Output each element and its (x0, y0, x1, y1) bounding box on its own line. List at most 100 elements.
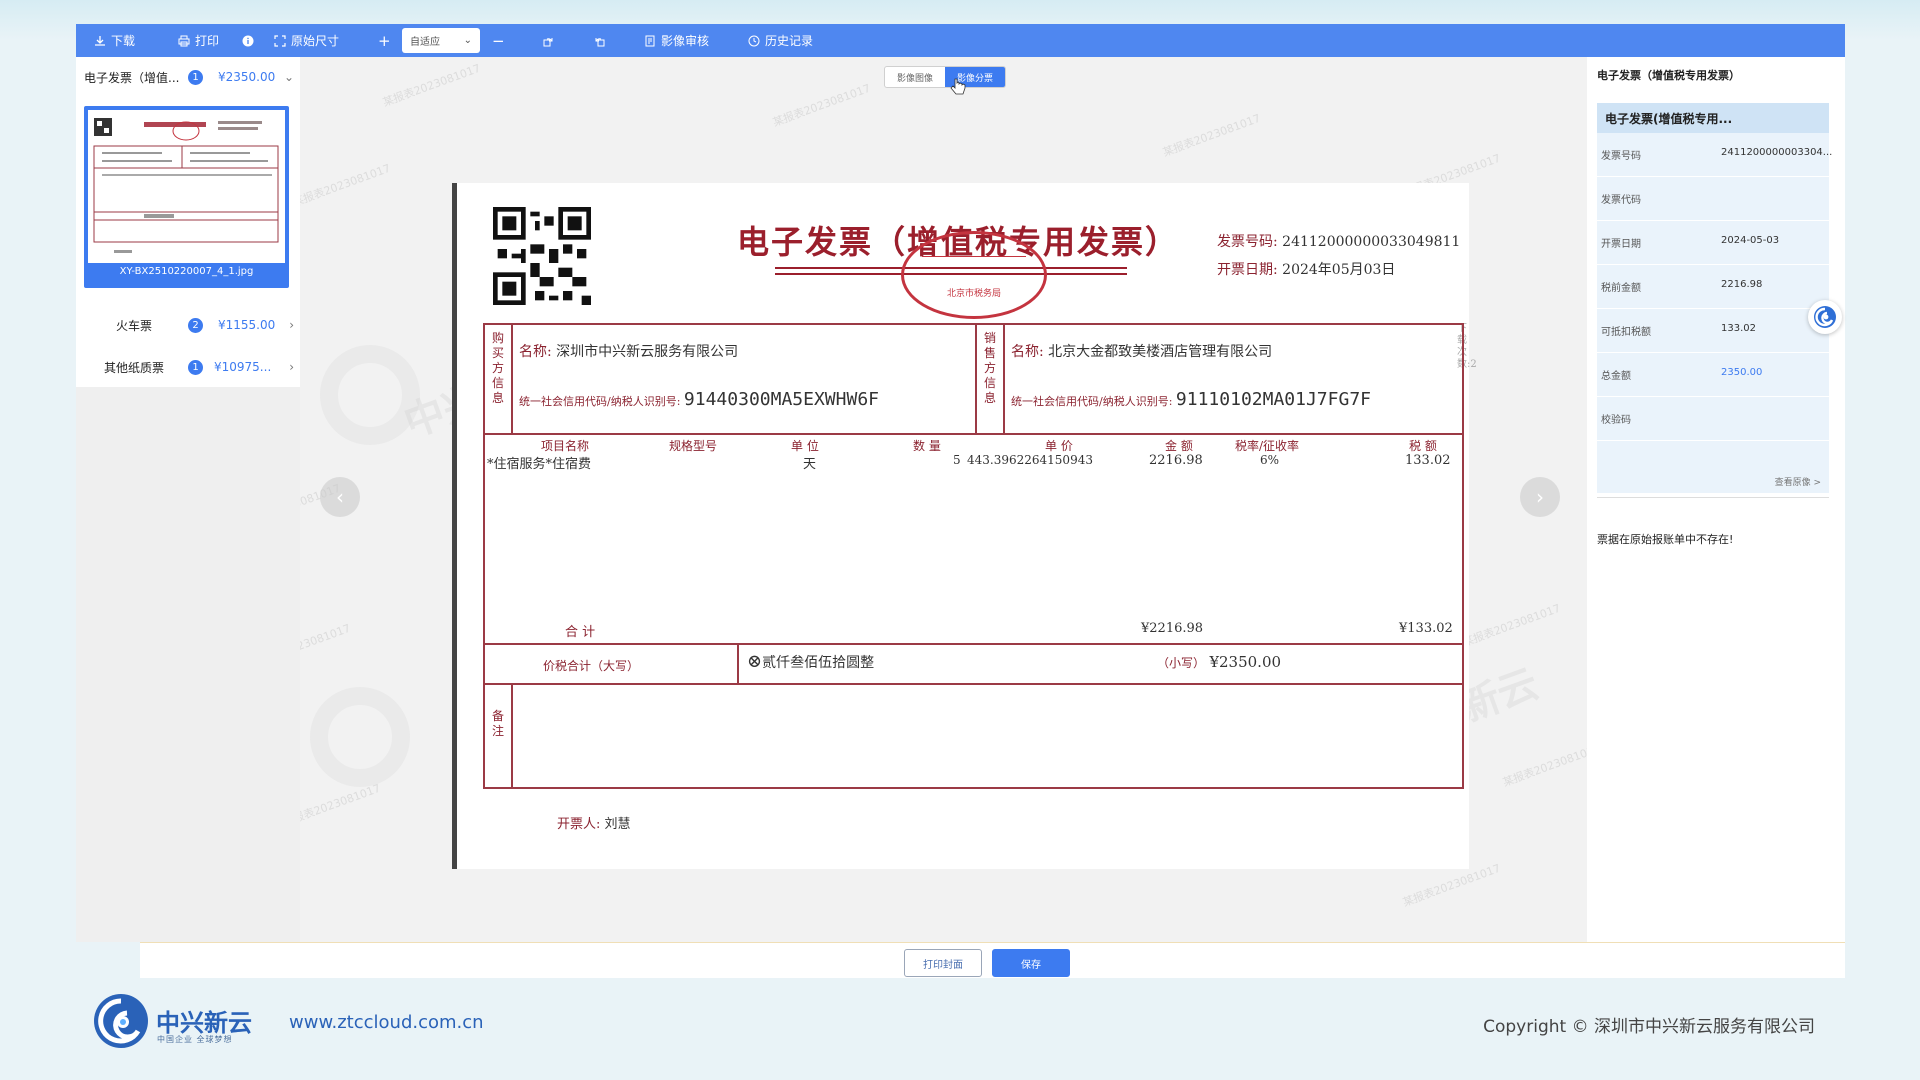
image-review-label: 影像审核 (661, 34, 710, 48)
category-item-vat-invoice[interactable]: 电子发票（增值... 1 ¥2350.00 ⌄ (76, 57, 300, 97)
view-original-link[interactable]: 查看原像 > (1775, 475, 1821, 488)
original-size-button[interactable]: 原始尺寸 (274, 24, 339, 57)
watermark-text: 某报表2023081017 (1501, 741, 1587, 790)
detail-value: 133.02 (1721, 323, 1756, 334)
detail-value: 2411200000003304... (1721, 147, 1833, 158)
invoice-number-line: 发票号码: 24112000000033049811 (1217, 231, 1460, 251)
item-unit: 天 (803, 457, 817, 472)
image-review-button[interactable]: 影像审核 (644, 24, 709, 57)
next-image-button[interactable]: › (1520, 477, 1560, 517)
detail-key: 可抵扣税额 (1601, 327, 1651, 338)
watermark-text: 某报表2023081017 (771, 81, 873, 130)
chevron-down-icon: ⌄ (283, 70, 294, 84)
previous-image-button[interactable]: ‹ (320, 477, 360, 517)
save-button[interactable]: 保存 (992, 949, 1070, 977)
invoice-date-label: 开票日期: (1217, 262, 1278, 278)
detail-key: 发票号码 (1601, 151, 1641, 162)
category-title: 火车票 (116, 318, 153, 333)
website-link[interactable]: www.ztccloud.com.cn (289, 1012, 484, 1033)
rotate-right-icon (543, 37, 553, 46)
seller-tax-line: 统一社会信用代码/纳税人识别号: 91110102MA01J7FG7F (1011, 389, 1371, 410)
drawer-name: 刘慧 (604, 817, 631, 832)
company-logo (94, 994, 148, 1048)
grand-total-lowercase: ¥2350.00 (1209, 653, 1282, 671)
rotate-left-button[interactable] (594, 24, 606, 57)
grand-total-uppercase: 贰仟叁佰伍拾圆整 (762, 655, 875, 671)
cross-circle-icon: ⊗ (747, 651, 763, 672)
invoice-number: 24112000000033049811 (1282, 234, 1461, 250)
zoom-select[interactable]: 自适应 ⌄ (402, 28, 480, 53)
seller-name: 北京大金都致美楼酒店管理有限公司 (1048, 344, 1273, 360)
original-size-label: 原始尺寸 (291, 34, 340, 48)
invoice-date: 2024年05月03日 (1282, 262, 1396, 278)
divider (1597, 497, 1829, 498)
column-header-price: 单 价 (1045, 439, 1073, 453)
print-button[interactable]: 打印 (178, 24, 219, 57)
assistant-logo-icon (1814, 306, 1836, 328)
category-title: 电子发票（增值... (84, 70, 180, 85)
expand-icon (274, 34, 286, 47)
table-divider (737, 643, 739, 683)
buyer-tax-label: 统一社会信用代码/纳税人识别号: (519, 395, 681, 408)
assistant-float-button[interactable] (1808, 300, 1842, 334)
seller-tax-id: 91110102MA01J7FG7F (1175, 389, 1371, 410)
image-viewer: 中兴新云 中兴新云 中兴新云 中兴新云 中兴新云 某报表2023081017 某… (300, 57, 1587, 942)
clock-icon (748, 35, 760, 46)
drawer-label: 开票人: (557, 817, 601, 832)
zoom-out-button[interactable]: − (492, 24, 505, 57)
count-badge: 1 (188, 359, 203, 375)
download-button[interactable]: 下载 (94, 24, 135, 57)
print-cover-button[interactable]: 打印封面 (904, 949, 982, 977)
download-icon (95, 35, 105, 46)
category-item-train-ticket[interactable]: 火车票 2 ¥1155.00 › (76, 305, 300, 345)
info-button[interactable] (242, 24, 254, 57)
watermark-text: 某报表2023081017 (381, 61, 483, 110)
thumbnail-image (88, 110, 285, 263)
zoom-in-label: + (378, 31, 391, 50)
detail-key: 发票代码 (1601, 195, 1641, 206)
buyer-name-label: 名称: (519, 344, 552, 360)
zoom-in-button[interactable]: + (378, 24, 391, 57)
seller-name-label: 名称: (1011, 344, 1044, 360)
category-item-other-paper[interactable]: 其他纸质票 1 ¥10975... › (76, 347, 300, 387)
invoice-thumbnail[interactable]: XY-BX2510220007_4_1.jpg (84, 106, 289, 288)
invoice-detail-panel: 电子发票（增值税专用发票） 电子发票(增值税专用... 发票号码 24112000… (1587, 57, 1845, 942)
table-divider (511, 683, 513, 787)
category-amount: ¥10975... (214, 360, 272, 374)
printer-icon (178, 35, 190, 46)
thumbnail-filename: XY-BX2510220007_4_1.jpg (119, 266, 254, 277)
history-button[interactable]: 历史记录 (748, 24, 813, 57)
table-divider (485, 433, 1462, 435)
tab-image-view[interactable]: 影像图像 (885, 67, 945, 87)
hand-cursor-icon (950, 78, 966, 95)
detail-value: 2024-05-03 (1721, 235, 1780, 246)
invoice-thumbnail-preview (93, 118, 279, 253)
chevron-right-icon: › (289, 318, 294, 332)
detail-key: 总金额 (1601, 371, 1631, 382)
count-badge: 2 (188, 317, 203, 333)
column-header-unit: 单 位 (791, 439, 819, 453)
download-label: 下载 (111, 34, 136, 48)
item-amount: 2216.98 (1149, 453, 1203, 468)
invoice-table: 购买方信息 销售方信息 名称: 深圳市中兴新云服务有限公司 统一社会信用代码/纳… (483, 323, 1464, 789)
count-badge: 1 (188, 69, 203, 85)
chevron-left-icon: ‹ (336, 485, 344, 509)
column-header-tax: 税 额 (1409, 439, 1437, 453)
grand-total-lowercase-line: （小写） ¥2350.00 (1157, 653, 1281, 671)
item-qty: 5 (953, 453, 961, 467)
detail-key: 开票日期 (1601, 239, 1641, 250)
watermark-text: 某报表2023081017 (1461, 601, 1563, 650)
detail-card-title: 电子发票(增值税专用... (1597, 103, 1829, 133)
info-icon (242, 35, 254, 46)
item-tax: 133.02 (1405, 453, 1451, 468)
missing-in-claim-note: 票据在原始报账单中不存在! (1597, 533, 1734, 546)
item-name: *住宿服务*住宿费 (487, 457, 592, 472)
watermark-text: 某报表2023081017 (300, 161, 393, 210)
rotate-right-button[interactable] (542, 24, 554, 57)
total-amount: ¥2216.98 (1141, 621, 1204, 636)
zoom-value: 自适应 (410, 37, 440, 48)
table-divider (485, 683, 1462, 685)
item-price: 443.3962264150943 (967, 453, 1093, 467)
table-divider (975, 325, 977, 433)
column-header-spec: 规格型号 (669, 439, 718, 453)
